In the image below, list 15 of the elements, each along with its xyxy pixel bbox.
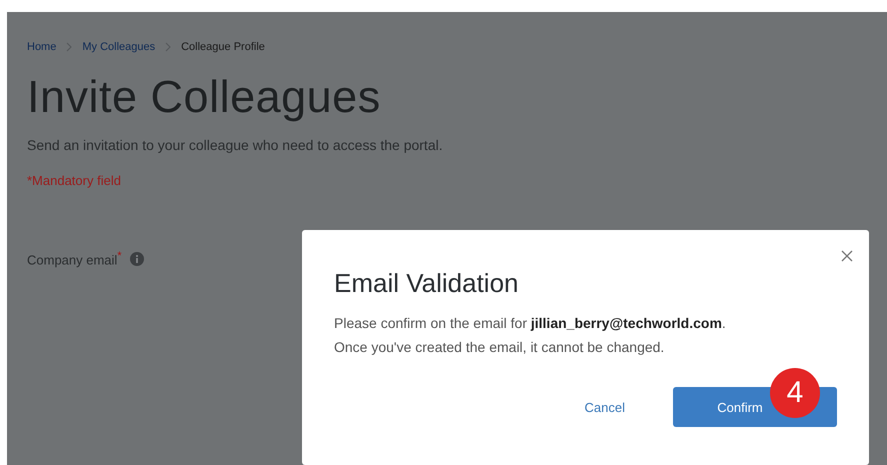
breadcrumb-link[interactable]: My Colleagues	[82, 41, 156, 53]
cancel-link[interactable]: Cancel	[584, 396, 625, 418]
info-icon[interactable]	[130, 252, 144, 266]
dialog-title: Email Validation	[334, 268, 520, 299]
dialog-message: Please confirm on the email for jillian_berry@techworld.com.	[334, 314, 727, 333]
close-icon[interactable]	[841, 250, 853, 262]
field-label: Company email$^{*}$	[27, 250, 122, 268]
page-title: Invite Colleagues	[27, 71, 382, 123]
mandatory-note: *Mandatory field	[27, 173, 122, 188]
dialog-message: Once you've created the email, it cannot be changed.	[334, 338, 666, 357]
breadcrumb-current: Colleague Profile	[181, 41, 265, 53]
breadcrumb-link[interactable]: Home	[27, 41, 56, 53]
chevron-icon	[66, 42, 72, 52]
chevron-icon	[165, 42, 172, 52]
page-description: Send an invitation to your colleague who need to access the portal.	[27, 137, 444, 153]
